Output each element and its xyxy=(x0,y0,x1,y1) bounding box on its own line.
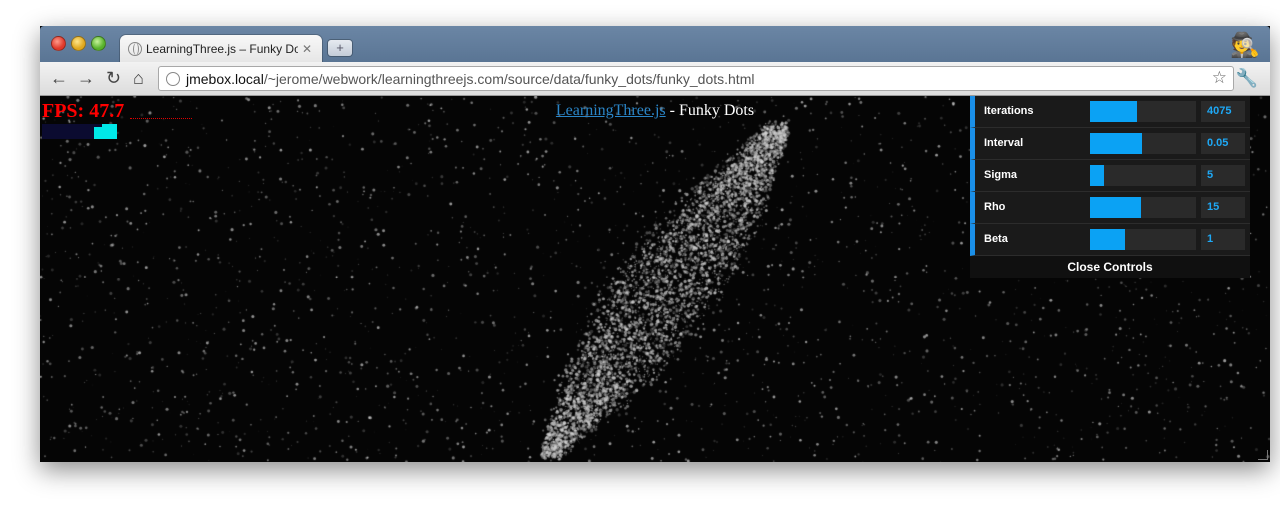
gui-value-input[interactable]: 15 xyxy=(1201,197,1245,218)
gui-label: Interval xyxy=(984,137,1024,149)
gui-slider-fill xyxy=(1090,197,1141,218)
window-resize-handle[interactable] xyxy=(1258,450,1268,460)
gui-row-sigma: Sigma 5 xyxy=(970,160,1250,192)
wrench-icon[interactable]: 🔧 xyxy=(1236,68,1258,89)
title-bar: LearningThree.js – Funky Dots ✕ + 🕵 xyxy=(40,26,1270,62)
memory-bar xyxy=(94,124,117,139)
tab-close-icon[interactable]: ✕ xyxy=(302,42,312,56)
gui-row-interval: Interval 0.05 xyxy=(970,128,1250,160)
browser-tab[interactable]: LearningThree.js – Funky Dots ✕ xyxy=(120,35,322,62)
url-host: jmebox.local xyxy=(186,70,264,87)
gui-row-iterations: Iterations 4075 xyxy=(970,96,1250,128)
tab-title: LearningThree.js – Funky Dots xyxy=(146,41,298,56)
gui-label: Beta xyxy=(984,233,1008,245)
gui-slider-fill xyxy=(1090,133,1142,154)
gui-value-input[interactable]: 4075 xyxy=(1201,101,1245,122)
gui-label: Sigma xyxy=(984,169,1018,181)
gui-value-input[interactable]: 1 xyxy=(1201,229,1245,250)
memory-stats[interactable] xyxy=(42,124,117,139)
close-controls-button[interactable]: Close Controls xyxy=(970,256,1250,278)
dat-gui-panel: Iterations 4075 Interval 0.05 Sigma 5 Rho 15 Bet… xyxy=(970,96,1250,278)
close-window-button[interactable] xyxy=(51,36,66,51)
gui-row-beta: Beta 1 xyxy=(970,224,1250,256)
gui-slider-fill xyxy=(1090,101,1137,122)
gui-slider-fill xyxy=(1090,229,1125,250)
back-arrow-icon[interactable]: ← xyxy=(50,67,68,89)
url-path: /~jerome/webwork/learningthreejs.com/sou… xyxy=(263,70,755,87)
home-icon[interactable]: ⌂ xyxy=(133,67,144,89)
zoom-window-button[interactable] xyxy=(91,36,106,51)
learningthreejs-link[interactable]: LearningThree.js xyxy=(556,102,666,119)
globe-icon xyxy=(128,41,142,56)
gui-slider[interactable] xyxy=(1090,229,1196,250)
forward-arrow-icon[interactable]: → xyxy=(77,67,95,89)
address-bar[interactable]: jmebox.local/~jerome/webwork/learningthr… xyxy=(158,66,1234,91)
minimize-window-button[interactable] xyxy=(71,36,86,51)
gui-label: Iterations xyxy=(984,105,1034,117)
gui-slider[interactable] xyxy=(1090,165,1196,186)
gui-value-input[interactable]: 0.05 xyxy=(1201,133,1245,154)
reload-icon[interactable]: ↻ xyxy=(106,67,121,89)
gui-slider[interactable] xyxy=(1090,133,1196,154)
incognito-icon: 🕵 xyxy=(1230,32,1260,59)
star-icon[interactable]: ☆ xyxy=(1212,68,1227,88)
gui-slider-fill xyxy=(1090,165,1104,186)
page-info-globe-icon[interactable] xyxy=(166,71,180,86)
gui-value-input[interactable]: 5 xyxy=(1201,165,1245,186)
page-heading-suffix: - Funky Dots xyxy=(665,102,755,119)
gui-slider[interactable] xyxy=(1090,197,1196,218)
gui-slider[interactable] xyxy=(1090,101,1196,122)
webgl-viewport[interactable]: FPS: 47.7 LearningThree.js - Funky Dots … xyxy=(40,96,1270,462)
new-tab-button[interactable]: + xyxy=(328,40,352,56)
browser-toolbar: ← → ↻ ⌂ jmebox.local/~jerome/webwork/lea… xyxy=(40,62,1270,96)
gui-label: Rho xyxy=(984,201,1006,213)
browser-window: LearningThree.js – Funky Dots ✕ + 🕵 ← → … xyxy=(40,26,1270,462)
gui-row-rho: Rho 15 xyxy=(970,192,1250,224)
